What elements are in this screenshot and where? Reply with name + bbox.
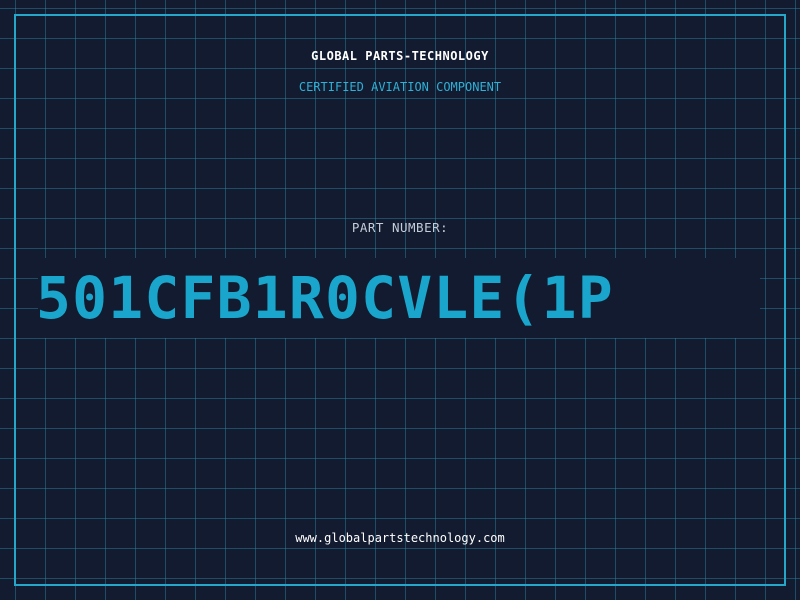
component-subtitle: CERTIFIED AVIATION COMPONENT — [298, 80, 502, 94]
brand-title: GLOBAL PARTS-TECHNOLOGY — [311, 49, 489, 63]
part-number-label: PART NUMBER: — [351, 220, 449, 235]
website-url: www.globalpartstechnology.com — [295, 531, 505, 545]
part-number-value: 501CFB1R0CVLE(1P — [36, 264, 614, 332]
